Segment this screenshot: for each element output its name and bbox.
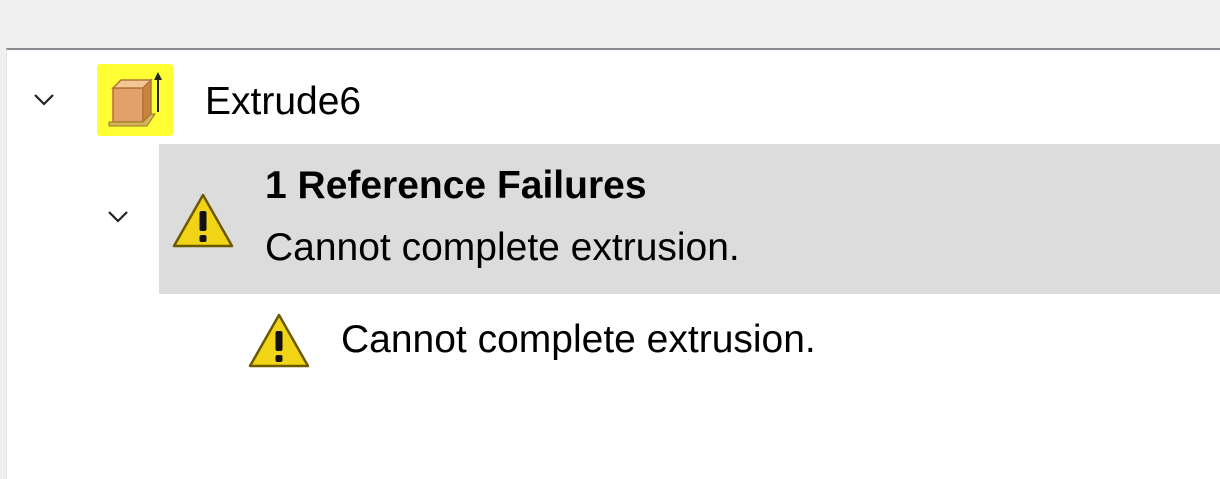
tree-node-failure-detail[interactable]: Cannot complete extrusion. [7, 298, 1220, 388]
feature-label: Extrude6 [205, 80, 362, 123]
failure-group-message: Cannot complete extrusion. [265, 226, 740, 269]
warning-icon [248, 313, 310, 368]
panel-header-bar [0, 0, 1220, 48]
failure-tree-panel: Extrude6 1 Reference Failures Cannot com… [6, 48, 1220, 479]
failure-group-title: 1 Reference Failures [265, 164, 647, 207]
tree-node-extrude6[interactable]: Extrude6 [7, 62, 1220, 140]
chevron-down-icon[interactable] [29, 85, 59, 115]
tree-node-reference-failures[interactable]: 1 Reference Failures Cannot complete ext… [108, 144, 1220, 294]
warning-icon [172, 193, 234, 248]
extrude-feature-icon [97, 64, 173, 136]
chevron-down-icon[interactable] [103, 202, 133, 232]
failure-detail-message: Cannot complete extrusion. [341, 318, 816, 361]
